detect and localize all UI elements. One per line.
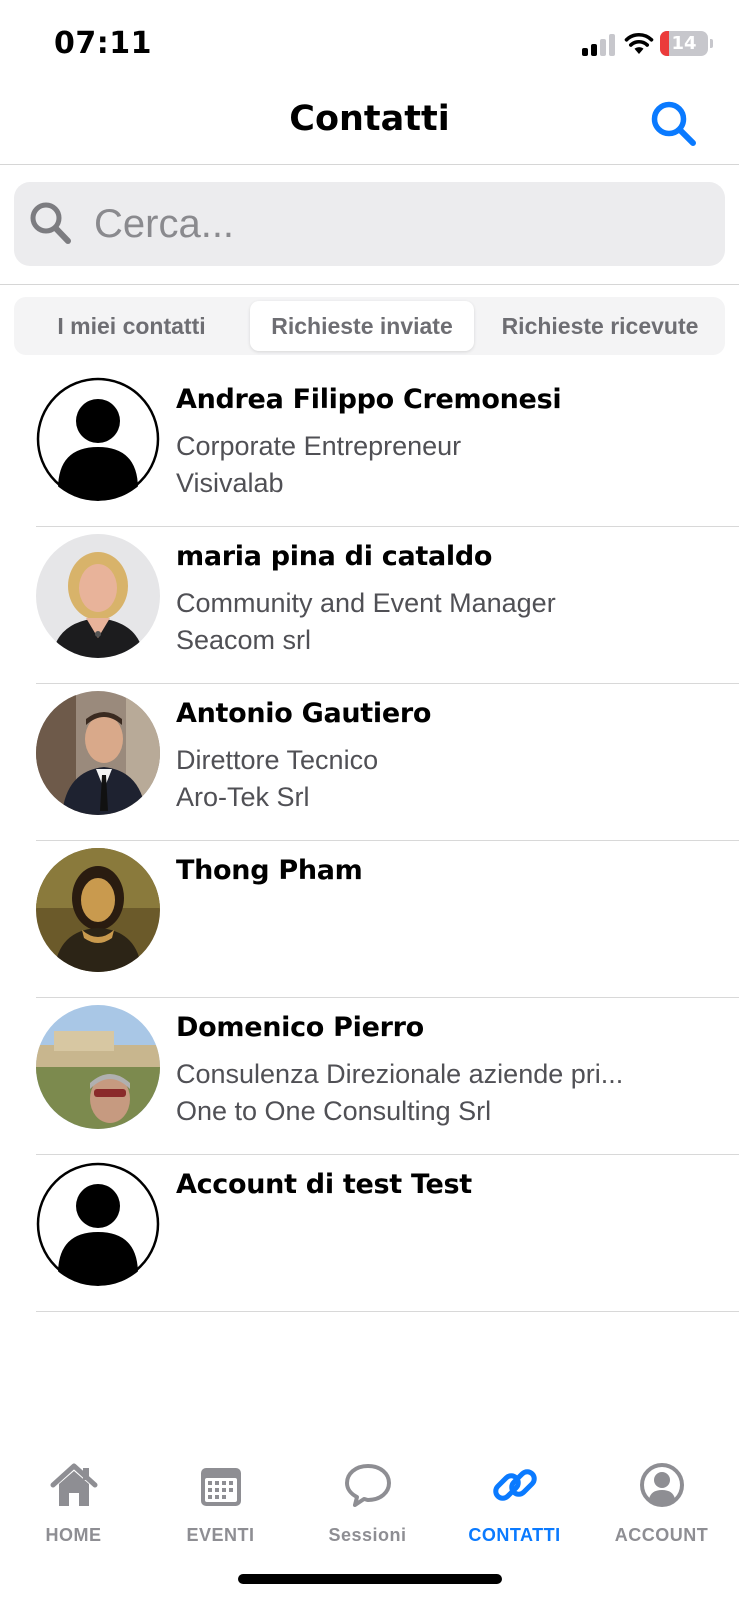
tab-account[interactable]: ACCOUNT <box>588 1450 735 1550</box>
contact-name: Thong Pham <box>176 855 363 886</box>
tab-label: Sessioni <box>328 1525 407 1545</box>
page-title: Contatti <box>289 99 450 139</box>
calendar-icon <box>200 1468 241 1506</box>
contact-name: Account di test Test <box>176 1169 472 1200</box>
search-input[interactable] <box>94 182 704 266</box>
tab-contatti[interactable]: CONTATTI <box>441 1450 588 1550</box>
bottom-tab-bar: HOME EVENTI Sessioni CONTATTI ACCOUNT <box>0 1450 739 1570</box>
default-avatar-icon <box>36 1162 160 1286</box>
tab-sessioni[interactable]: Sessioni <box>294 1450 441 1550</box>
home-indicator <box>238 1574 502 1584</box>
wifi-icon <box>624 32 654 54</box>
contact-role: Direttore Tecnico <box>176 745 379 775</box>
tab-received-requests[interactable]: Richieste ricevute <box>479 301 721 351</box>
contact-photo <box>36 1005 160 1129</box>
contact-row[interactable]: Domenico Pierro Consulenza Direzionale a… <box>0 998 739 1155</box>
contact-row[interactable]: Andrea Filippo Cremonesi Corporate Entre… <box>0 370 739 527</box>
tab-label: ACCOUNT <box>614 1525 709 1545</box>
battery-cap <box>710 39 713 48</box>
contact-name: Antonio Gautiero <box>176 698 432 729</box>
status-time: 07:11 <box>54 26 152 61</box>
cellular-signal-icon <box>582 34 616 56</box>
default-avatar-icon <box>36 377 160 501</box>
magnifier-icon <box>30 202 71 244</box>
tab-label: EVENTI <box>186 1525 255 1545</box>
tab-my-contacts[interactable]: I miei contatti <box>18 301 245 351</box>
row-divider <box>36 1310 739 1312</box>
contact-row[interactable]: Account di test Test <box>0 1155 739 1312</box>
contact-photo <box>36 534 160 658</box>
contact-name: Domenico Pierro <box>176 1012 424 1043</box>
contacts-segmented-control: I miei contatti Richieste inviate Richie… <box>14 297 725 355</box>
search-icon[interactable] <box>648 98 700 150</box>
battery-icon: 14 <box>660 31 708 56</box>
contact-company: Visivalab <box>176 468 284 498</box>
chat-bubble-icon <box>344 1464 391 1507</box>
status-bar: 07:11 14 <box>0 0 739 90</box>
contact-photo <box>36 848 160 972</box>
link-icon <box>492 1469 537 1501</box>
contact-role: Consulenza Direzionale aziende pri... <box>176 1059 624 1089</box>
home-icon <box>50 1463 97 1506</box>
search-area <box>0 165 739 285</box>
search-field[interactable] <box>14 182 725 266</box>
contact-company: Aro-Tek Srl <box>176 782 310 812</box>
tab-sent-requests[interactable]: Richieste inviate <box>250 301 474 351</box>
contact-row[interactable]: Antonio Gautiero Direttore Tecnico Aro-T… <box>0 684 739 841</box>
tab-eventi[interactable]: EVENTI <box>147 1450 294 1550</box>
contact-row[interactable]: Thong Pham <box>0 841 739 998</box>
tab-home[interactable]: HOME <box>0 1450 147 1550</box>
contact-role: Corporate Entrepreneur <box>176 431 462 461</box>
contact-photo <box>36 691 160 815</box>
contact-name: Andrea Filippo Cremonesi <box>176 384 562 415</box>
battery-percentage: 14 <box>671 33 697 54</box>
navigation-header: Contatti <box>0 90 739 165</box>
contact-role: Community and Event Manager <box>176 588 556 618</box>
tab-label: CONTATTI <box>468 1525 561 1545</box>
account-circle-icon <box>639 1463 684 1507</box>
tab-label: HOME <box>45 1525 102 1545</box>
contact-list: Andrea Filippo Cremonesi Corporate Entre… <box>0 370 739 1312</box>
contact-company: One to One Consulting Srl <box>176 1096 492 1126</box>
contact-company: Seacom srl <box>176 625 312 655</box>
contact-row[interactable]: maria pina di cataldo Community and Even… <box>0 527 739 684</box>
contact-name: maria pina di cataldo <box>176 541 493 572</box>
